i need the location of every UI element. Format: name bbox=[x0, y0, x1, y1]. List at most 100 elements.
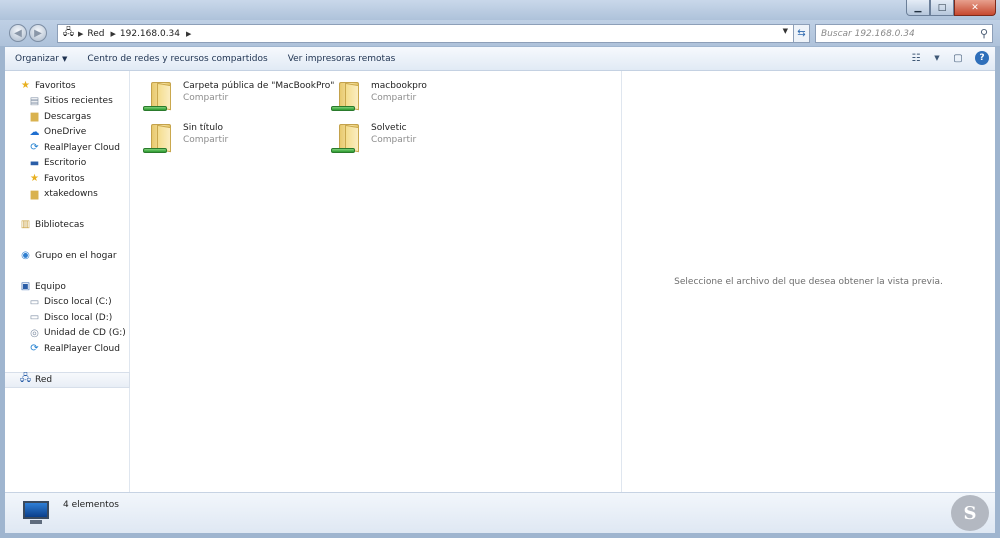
command-bar: Organizar ▼ Centro de redes y recursos co… bbox=[5, 47, 995, 71]
recent-places-icon: ▤ bbox=[29, 95, 40, 107]
shared-folder-icon bbox=[331, 120, 367, 156]
organize-button[interactable]: Organizar ▼ bbox=[5, 54, 77, 64]
nav-item-recent[interactable]: ▤ Sitios recientes bbox=[5, 94, 130, 110]
breadcrumb-red[interactable]: Red bbox=[87, 29, 104, 39]
hard-drive-icon: ▭ bbox=[29, 312, 40, 324]
star-icon: ★ bbox=[30, 173, 39, 185]
computer-group: ▣ Equipo ▭ Disco local (C:) ▭ Disco loca… bbox=[5, 279, 130, 357]
breadcrumb-separator-icon[interactable]: ▶ bbox=[186, 30, 191, 38]
help-icon[interactable]: ? bbox=[975, 51, 989, 65]
nav-item-cd-drive[interactable]: ◎ Unidad de CD (G:) bbox=[5, 326, 130, 342]
nav-label: Unidad de CD (G:) bbox=[44, 328, 126, 339]
nav-item-drive-d[interactable]: ▭ Disco local (D:) bbox=[5, 310, 130, 326]
nav-item-xtakedowns[interactable]: ▆ xtakedowns bbox=[5, 187, 130, 203]
item-count: 4 elementos bbox=[63, 500, 119, 510]
preview-pane-icon[interactable]: ▢ bbox=[951, 51, 965, 65]
nav-item-realplayer[interactable]: ⟳ RealPlayer Cloud bbox=[5, 140, 130, 156]
address-bar[interactable]: 🖧 ▶ Red ▶ 192.168.0.34 ▶ ▼ bbox=[57, 24, 809, 43]
chevron-down-icon: ▼ bbox=[62, 54, 68, 63]
nav-label: xtakedowns bbox=[44, 189, 98, 200]
folder-type: Compartir bbox=[183, 135, 229, 145]
refresh-button[interactable]: ⇆ bbox=[793, 24, 810, 43]
homegroup-icon: ◉ bbox=[21, 250, 30, 262]
cloud-icon: ☁ bbox=[29, 126, 40, 138]
address-dropdown-icon[interactable]: ▼ bbox=[783, 27, 788, 35]
folder-name: Solvetic bbox=[371, 123, 407, 133]
watermark-logo: S bbox=[951, 495, 989, 531]
forward-button[interactable]: ▶ bbox=[29, 24, 47, 42]
minimize-button[interactable]: ▁ bbox=[906, 0, 930, 16]
status-bar: 4 elementos S bbox=[5, 492, 995, 533]
network-center-button[interactable]: Centro de redes y recursos compartidos bbox=[77, 54, 277, 64]
shared-folder-icon bbox=[143, 78, 179, 114]
search-icon[interactable]: ⚲ bbox=[980, 27, 988, 40]
change-view-icon[interactable]: ☷ bbox=[909, 51, 923, 65]
nav-label: Red bbox=[35, 374, 53, 385]
nav-item-realplayer-computer[interactable]: ⟳ RealPlayer Cloud bbox=[5, 341, 130, 357]
folder-item[interactable]: Solvetic Compartir bbox=[331, 120, 416, 156]
homegroup-group: ◉ Grupo en el hogar bbox=[5, 248, 130, 264]
nav-item-downloads[interactable]: ▆ Descargas bbox=[5, 109, 130, 125]
folder-item[interactable]: Carpeta pública de "MacBookPro" Comparti… bbox=[143, 78, 334, 114]
breadcrumb-host[interactable]: 192.168.0.34 bbox=[120, 29, 180, 39]
computer-icon: ▣ bbox=[20, 281, 31, 293]
window-controls: ▁ □ ✕ bbox=[906, 0, 996, 16]
title-bar: ▁ □ ✕ bbox=[0, 0, 1000, 20]
search-placeholder: Buscar 192.168.0.34 bbox=[821, 28, 915, 39]
folder-item[interactable]: macbookpro Compartir bbox=[331, 78, 427, 114]
computer-icon bbox=[19, 499, 53, 527]
folder-type: Compartir bbox=[371, 135, 417, 145]
nav-homegroup[interactable]: ◉ Grupo en el hogar bbox=[5, 248, 130, 264]
folder-icon: ▆ bbox=[30, 188, 39, 200]
main-area: ★ Favoritos ▤ Sitios recientes ▆ Descarg… bbox=[5, 71, 995, 492]
breadcrumb-separator-icon[interactable]: ▶ bbox=[111, 30, 116, 38]
realplayer-cloud-icon: ⟳ bbox=[30, 142, 39, 154]
forward-arrow-icon: ▶ bbox=[34, 27, 42, 39]
shared-folder-icon bbox=[143, 120, 179, 156]
nav-network[interactable]: 🖧 Red bbox=[5, 372, 130, 388]
folder-item[interactable]: Sin título Compartir bbox=[143, 120, 228, 156]
nav-label: Disco local (C:) bbox=[44, 297, 112, 308]
refresh-icon: ⇆ bbox=[797, 28, 806, 39]
back-arrow-icon: ◀ bbox=[14, 27, 22, 39]
nav-label: Equipo bbox=[35, 281, 66, 292]
back-button[interactable]: ◀ bbox=[9, 24, 27, 42]
nav-label: Disco local (D:) bbox=[44, 312, 113, 323]
nav-label: OneDrive bbox=[44, 127, 87, 138]
favorites-group: ★ Favoritos ▤ Sitios recientes ▆ Descarg… bbox=[5, 78, 130, 202]
search-input[interactable]: Buscar 192.168.0.34 ⚲ bbox=[815, 24, 993, 43]
nav-computer[interactable]: ▣ Equipo bbox=[5, 279, 130, 295]
view-controls: ☷ ▼ ▢ ? bbox=[909, 51, 989, 65]
chevron-down-icon[interactable]: ▼ bbox=[933, 51, 941, 65]
libraries-icon: ▥ bbox=[20, 219, 31, 231]
nav-libraries[interactable]: ▥ Bibliotecas bbox=[5, 217, 130, 233]
nav-label: Escritorio bbox=[44, 158, 87, 169]
preview-pane: Seleccione el archivo del que desea obte… bbox=[621, 71, 995, 492]
organize-label: Organizar bbox=[15, 53, 59, 64]
nav-item-favorites[interactable]: ★ Favoritos bbox=[5, 171, 130, 187]
nav-label: Favoritos bbox=[44, 173, 85, 184]
folder-name: macbookpro bbox=[371, 81, 427, 91]
nav-label: Descargas bbox=[44, 111, 92, 122]
nav-label: RealPlayer Cloud bbox=[44, 343, 120, 354]
remote-printers-button[interactable]: Ver impresoras remotas bbox=[278, 54, 406, 64]
navigation-pane: ★ Favoritos ▤ Sitios recientes ▆ Descarg… bbox=[5, 71, 130, 492]
nav-item-drive-c[interactable]: ▭ Disco local (C:) bbox=[5, 295, 130, 311]
breadcrumb-separator-icon[interactable]: ▶ bbox=[78, 30, 83, 38]
nav-label: Sitios recientes bbox=[44, 96, 113, 107]
folder-type: Compartir bbox=[183, 93, 229, 103]
file-list: Carpeta pública de "MacBookPro" Comparti… bbox=[131, 71, 621, 492]
address-row: ◀ ▶ 🖧 ▶ Red ▶ 192.168.0.34 ▶ ▼ ⇆ Buscar … bbox=[0, 20, 1000, 46]
folder-name: Sin título bbox=[183, 123, 224, 133]
star-icon: ★ bbox=[21, 80, 30, 92]
nav-favorites[interactable]: ★ Favoritos bbox=[5, 78, 130, 94]
network-icon: 🖧 bbox=[19, 373, 32, 385]
maximize-button[interactable]: □ bbox=[930, 0, 954, 16]
nav-item-desktop[interactable]: ▬ Escritorio bbox=[5, 156, 130, 172]
nav-label: Favoritos bbox=[35, 80, 76, 91]
nav-item-onedrive[interactable]: ☁ OneDrive bbox=[5, 125, 130, 141]
network-icon: 🖧 bbox=[62, 27, 75, 38]
downloads-folder-icon: ▆ bbox=[30, 111, 39, 123]
nav-label: RealPlayer Cloud bbox=[44, 142, 120, 153]
close-button[interactable]: ✕ bbox=[954, 0, 996, 16]
